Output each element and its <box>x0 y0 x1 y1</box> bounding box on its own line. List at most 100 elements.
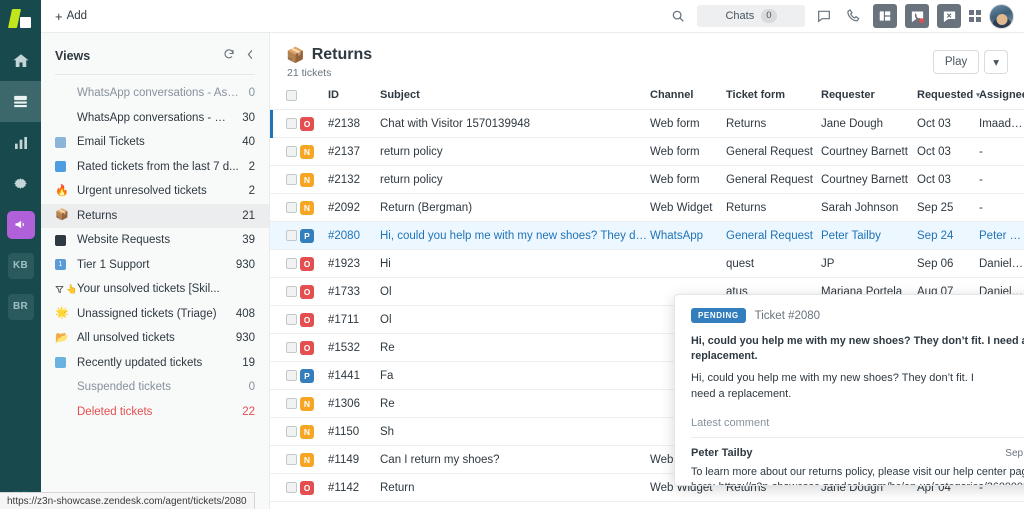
view-item-count: 2 <box>248 160 255 173</box>
subject-header[interactable]: Subject <box>380 89 650 110</box>
requested-header[interactable]: Requested ▾ <box>917 89 980 110</box>
status-badge: O <box>300 480 314 495</box>
ticket-preview-popover: PENDING Ticket #2080 Hi, could you help … <box>674 294 1024 486</box>
close-chat-button[interactable] <box>937 4 961 28</box>
views-refresh-button[interactable] <box>223 47 235 65</box>
search-button[interactable] <box>667 5 689 27</box>
rail-item-views[interactable] <box>0 81 41 122</box>
row-id-cell: #2138 <box>328 109 380 138</box>
plus-icon: + <box>55 8 63 24</box>
view-item-deleted-tickets[interactable]: Deleted tickets 22 <box>41 400 269 425</box>
row-checkbox[interactable] <box>286 454 297 465</box>
play-options-button[interactable]: ▾ <box>984 50 1008 74</box>
assignee-header[interactable]: Assignee <box>979 89 1024 110</box>
row-checkbox[interactable] <box>286 342 297 353</box>
row-id-cell: #1150 <box>328 417 380 446</box>
row-checkbox[interactable] <box>286 398 297 409</box>
rail-item-knowledge-base[interactable]: KB <box>0 245 41 286</box>
requested-header-label: Requested <box>917 89 974 101</box>
view-item-unassigned-tickets-triage[interactable]: 🌟 Unassigned tickets (Triage) 408 <box>41 302 269 327</box>
view-item-rated-tickets-from-the-last-7-d[interactable]: Rated tickets from the last 7 d... 2 <box>41 155 269 180</box>
status-badge: N <box>300 452 314 467</box>
view-item-tier-1-support[interactable]: 1 Tier 1 Support 930 <box>41 253 269 278</box>
view-item-recently-updated-tickets[interactable]: Recently updated tickets 19 <box>41 351 269 376</box>
row-subject-cell: Hi <box>380 249 650 278</box>
row-checkbox[interactable] <box>286 286 297 297</box>
row-requested-cell: Sep 25 <box>917 193 979 222</box>
rail-item-brand[interactable]: BR <box>0 286 41 327</box>
view-item-count: 930 <box>235 332 255 345</box>
view-item-label: Website Requests <box>77 234 171 247</box>
view-item-your-unsolved-tickets-skil[interactable]: 👆 Your unsolved tickets [Skil... <box>41 277 269 302</box>
row-checkbox[interactable] <box>286 370 297 381</box>
row-checkbox[interactable] <box>286 146 297 157</box>
apps-grid-icon <box>969 10 974 15</box>
dashboard-button[interactable] <box>873 4 897 28</box>
row-status-cell: N <box>300 193 328 222</box>
table-row[interactable]: N #2137 return policy Web form General Reque… <box>270 137 1024 166</box>
user-avatar[interactable] <box>989 3 1014 29</box>
page-title: 📦 Returns <box>286 46 372 64</box>
row-id-cell: #1149 <box>328 445 380 474</box>
row-status-cell: O <box>300 305 328 334</box>
popover-date: Sep 24 <box>1005 448 1024 459</box>
status-badge: O <box>300 284 314 299</box>
comment-button[interactable] <box>813 5 835 27</box>
view-item-website-requests[interactable]: Website Requests 39 <box>41 228 269 253</box>
rail-item-home[interactable] <box>0 40 41 81</box>
view-item-suspended-tickets[interactable]: Suspended tickets 0 <box>41 375 269 400</box>
add-button[interactable]: + Add <box>55 10 87 23</box>
zendesk-logo-icon[interactable] <box>7 8 33 30</box>
select-all-checkbox[interactable] <box>286 89 297 101</box>
table-row[interactable]: O #1923Hi questJPSep 06Daniel Ru <box>270 249 1024 278</box>
rail-item-reporting[interactable] <box>0 122 41 163</box>
row-checkbox-cell <box>270 193 300 222</box>
channel-header[interactable]: Channel <box>650 89 726 110</box>
table-row[interactable]: O #2138 Chat with Visitor 1570139948 Web fo… <box>270 109 1024 138</box>
row-subject-cell: Can I return my shoes? <box>380 445 650 474</box>
row-assignee-cell: Imaadh S <box>979 109 1024 138</box>
row-checkbox[interactable] <box>286 174 297 185</box>
view-item-whatsapp-conversations-unass[interactable]: WhatsApp conversations - Unass... 30 <box>41 106 269 131</box>
phone-button[interactable] <box>843 5 865 27</box>
row-requested-cell: Sep 24 <box>917 221 979 250</box>
popover-comment-body: To learn more about our returns policy, … <box>691 466 1024 485</box>
status-header <box>300 89 328 110</box>
view-item-whatsapp-conversations-assig[interactable]: WhatsApp conversations - Assig... 0 <box>41 81 269 106</box>
table-row[interactable]: N #2132 return policy Web form General Reque… <box>270 165 1024 194</box>
table-row[interactable]: N #2092 Return (Bergman) Web Widget Returns S… <box>270 193 1024 222</box>
row-assignee-cell: - <box>979 193 1024 222</box>
id-header[interactable]: ID <box>328 89 380 110</box>
megaphone-icon <box>15 220 24 229</box>
apps-grid-button[interactable] <box>969 10 981 22</box>
row-status-cell: N <box>300 417 328 446</box>
views-collapse-button[interactable] <box>246 47 255 65</box>
row-checkbox[interactable] <box>286 426 297 437</box>
view-item-email-tickets[interactable]: Email Tickets 40 <box>41 130 269 155</box>
row-status-cell: P <box>300 221 328 250</box>
chats-pill[interactable]: Chats 0 <box>697 5 805 27</box>
status-badge: O <box>300 256 314 271</box>
rail-item-announcements[interactable] <box>0 204 41 245</box>
ticket-form-header[interactable]: Ticket form <box>726 89 821 110</box>
row-subject-cell: Return (Bergman) <box>380 193 650 222</box>
view-item-returns[interactable]: 📦 Returns 21 <box>41 203 269 228</box>
row-checkbox-cell <box>270 137 300 166</box>
row-checkbox[interactable] <box>286 314 297 325</box>
rail-item-admin[interactable] <box>0 163 41 204</box>
row-checkbox[interactable] <box>286 482 297 493</box>
requester-header[interactable]: Requester <box>821 89 917 110</box>
play-button[interactable]: Play <box>932 50 980 74</box>
view-item-all-unsolved-tickets[interactable]: 📂 All unsolved tickets 930 <box>41 326 269 351</box>
row-checkbox[interactable] <box>286 258 297 269</box>
app-body: Views WhatsApp conversations - Assig... 0… <box>41 33 1024 509</box>
view-item-count: 22 <box>242 405 255 418</box>
chat-status-button[interactable] <box>905 4 929 28</box>
row-checkbox[interactable] <box>286 230 297 241</box>
view-item-label: Recently updated tickets <box>77 356 203 369</box>
row-checkbox[interactable] <box>286 202 297 213</box>
view-item-urgent-unresolved-tickets[interactable]: 🔥 Urgent unresolved tickets 2 <box>41 179 269 204</box>
table-row[interactable]: P #2080 Hi, could you help me with my new … <box>270 221 1024 250</box>
row-assignee-cell: Peter Tail <box>979 221 1024 250</box>
row-checkbox[interactable] <box>286 118 297 129</box>
